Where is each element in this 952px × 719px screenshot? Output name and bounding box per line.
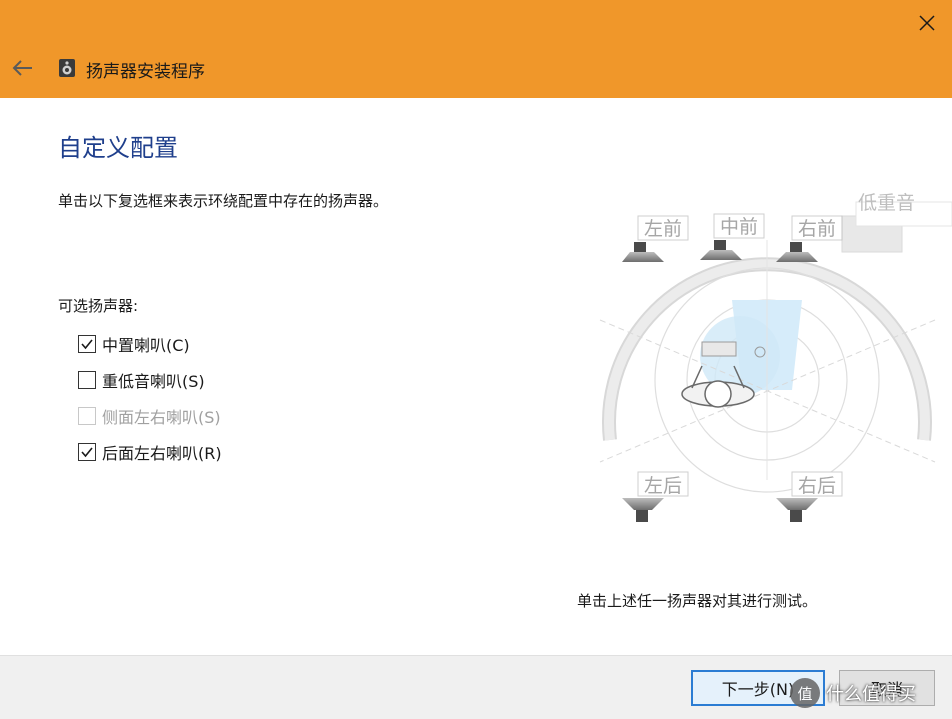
- rear-speakers-checkbox[interactable]: 后面左右喇叭(R): [78, 440, 222, 464]
- test-hint-text: 单击上述任一扬声器对其进行测试。: [577, 592, 818, 610]
- checkbox-box[interactable]: [78, 335, 96, 353]
- checkbox-label: 侧面左右喇叭(S): [102, 408, 221, 427]
- page-title: 自定义配置: [58, 134, 178, 162]
- checkbox-box[interactable]: [78, 371, 96, 389]
- watermark-text: 什么值得买: [826, 684, 916, 705]
- front-left-speaker[interactable]: 左前: [622, 215, 689, 262]
- window-title: 扬声器安装程序: [86, 62, 205, 82]
- back-button[interactable]: [10, 56, 36, 80]
- svg-text:中前: 中前: [720, 216, 758, 238]
- back-arrow-icon: [12, 60, 32, 76]
- svg-text:右后: 右后: [798, 475, 836, 497]
- speaker-layout-diagram: 左前 中前 右前 低重音 左后 右后: [599, 192, 952, 522]
- close-icon: [919, 15, 935, 31]
- side-speakers-checkbox: 侧面左右喇叭(S): [78, 404, 221, 428]
- checkbox-box: [78, 407, 96, 425]
- listening-area: [599, 240, 936, 493]
- instruction-text: 单击以下复选框来表示环绕配置中存在的扬声器。: [58, 192, 389, 210]
- optional-speakers-label: 可选扬声器:: [58, 297, 139, 315]
- center-speaker-checkbox[interactable]: 中置喇叭(C): [78, 332, 190, 356]
- watermark: 值 什么值得买: [790, 676, 950, 710]
- checkbox-label: 后面左右喇叭(R): [102, 444, 222, 463]
- svg-text:左前: 左前: [644, 218, 682, 240]
- subwoofer-checkbox[interactable]: 重低音喇叭(S): [78, 368, 205, 392]
- checkbox-label: 重低音喇叭(S): [102, 372, 205, 391]
- close-button[interactable]: [916, 12, 938, 34]
- front-center-speaker[interactable]: 中前: [700, 213, 765, 260]
- rear-left-speaker[interactable]: 左后: [622, 471, 689, 522]
- checkbox-box[interactable]: [78, 443, 96, 461]
- rear-right-speaker[interactable]: 右后: [776, 471, 843, 522]
- watermark-badge: 值: [790, 678, 820, 708]
- title-bar: [0, 0, 952, 98]
- checkbox-label: 中置喇叭(C): [102, 336, 190, 355]
- speaker-icon: [58, 58, 76, 78]
- checkmark-icon: [81, 447, 93, 458]
- checkmark-icon: [81, 339, 93, 350]
- svg-text:左后: 左后: [644, 475, 682, 497]
- svg-text:低重音: 低重音: [858, 192, 915, 214]
- front-right-speaker[interactable]: 右前: [776, 215, 843, 262]
- subwoofer-speaker: 低重音: [841, 192, 952, 253]
- svg-text:右前: 右前: [798, 218, 836, 240]
